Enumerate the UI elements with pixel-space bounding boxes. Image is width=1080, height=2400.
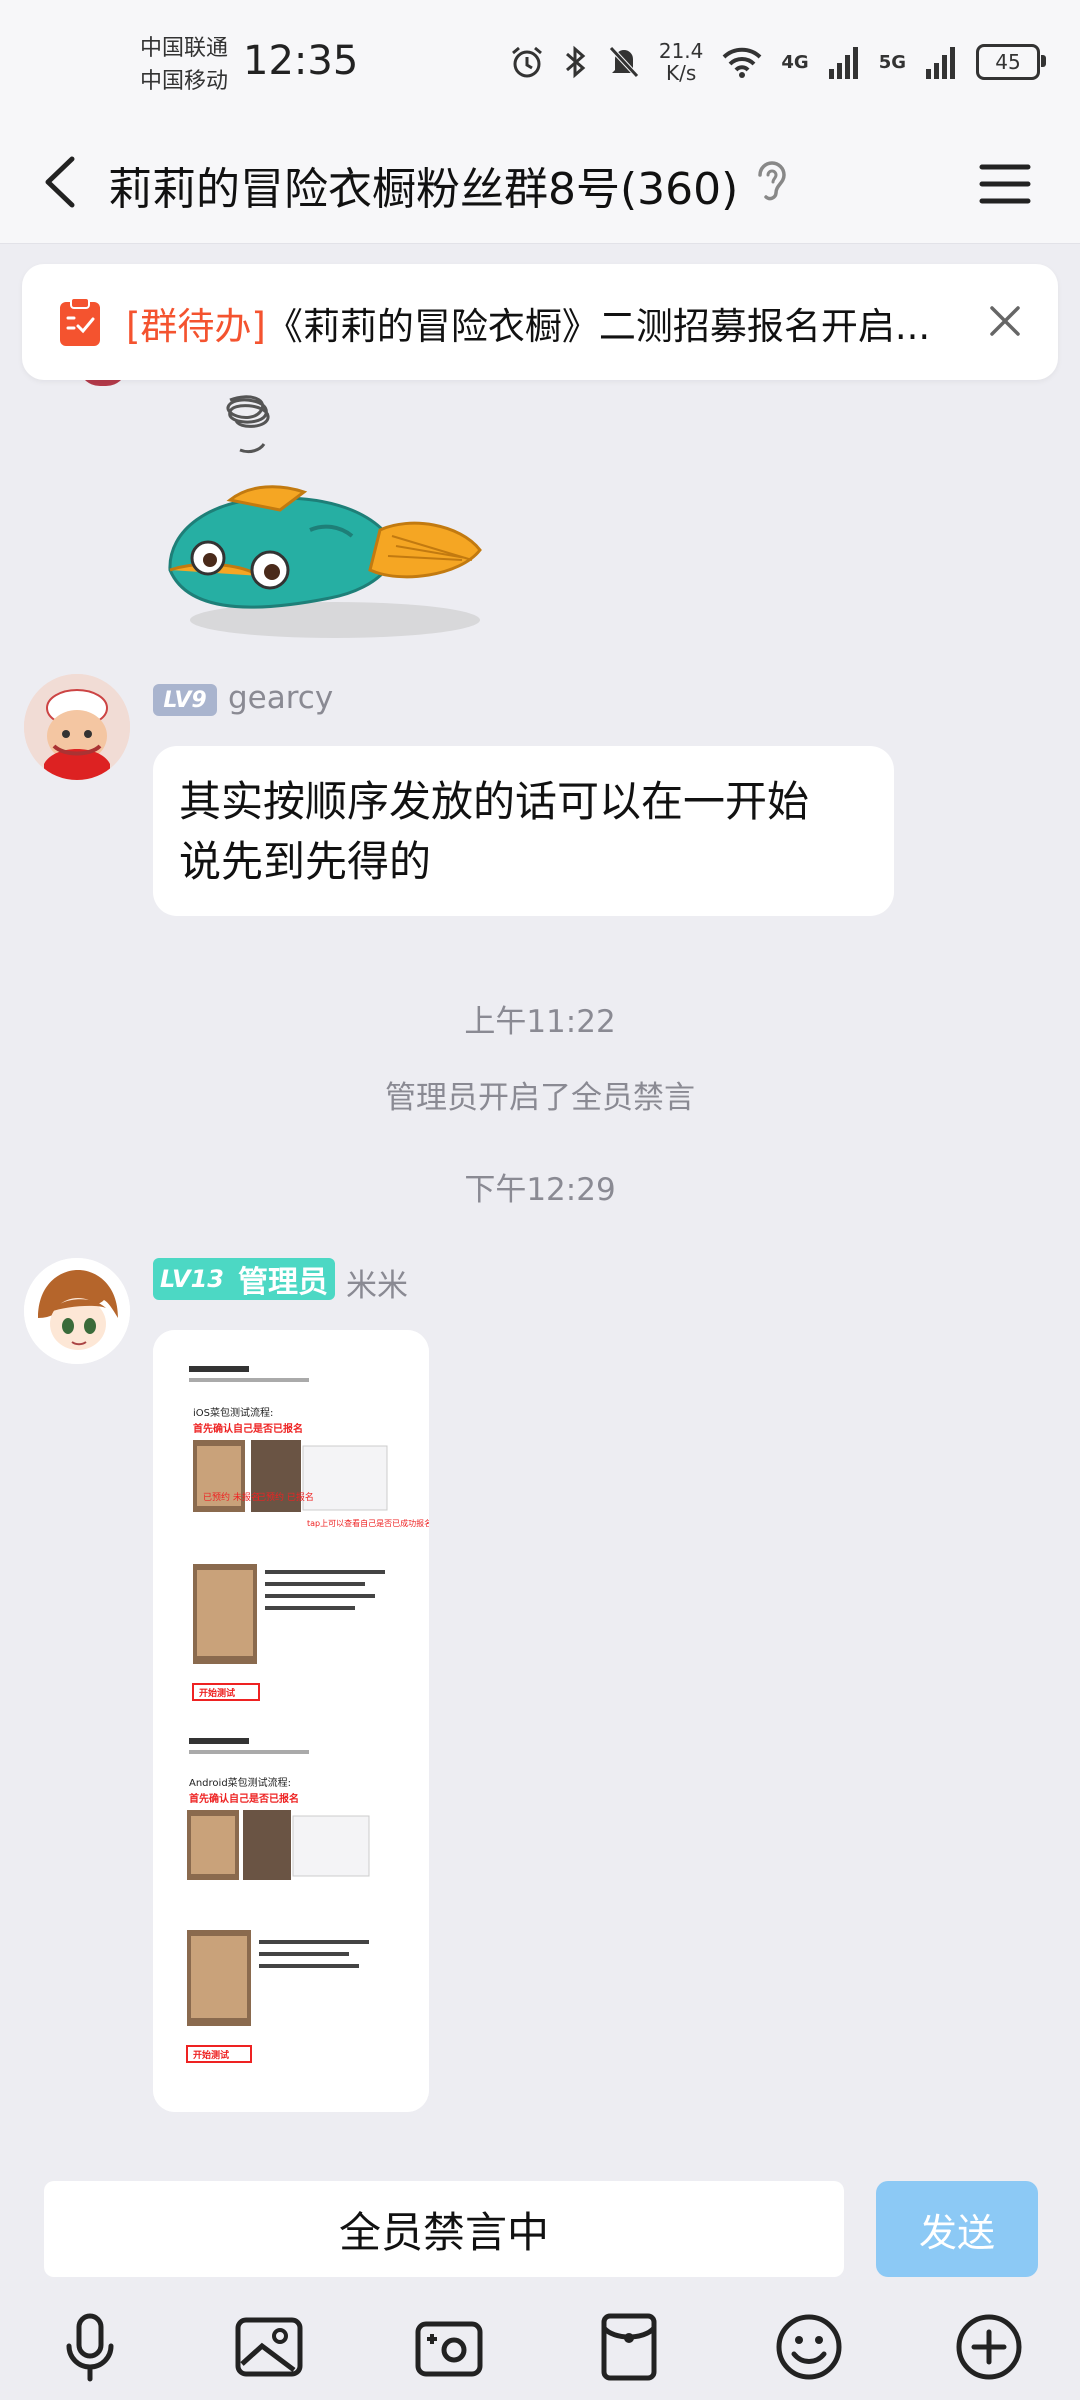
status-bar: 中国联通 中国移动 12:35 21.4 K/s 4G 5G 45 — [0, 0, 1080, 125]
poster-ios-title: iOS菜包测试流程: — [193, 1406, 273, 1419]
message-text-line-1: 其实按顺序发放的话可以在一开始 — [179, 777, 810, 826]
microphone-icon[interactable] — [53, 2310, 127, 2384]
camera-icon[interactable] — [412, 2310, 486, 2384]
chat-header: 莉莉的冒险衣橱粉丝群8号(360) — [0, 125, 1080, 244]
sender-name[interactable]: gearcy — [228, 680, 333, 716]
poster-tag-2: 已预约 已报名 — [257, 1491, 314, 1503]
timestamp: 下午12:29 — [464, 1172, 616, 1208]
level-badge: LV9 — [153, 684, 217, 716]
battery-level: 45 — [995, 50, 1021, 74]
send-button[interactable]: 发送 — [876, 2181, 1038, 2277]
network-type-2: 5G — [878, 51, 906, 73]
sender-name[interactable]: 米米 — [346, 1260, 408, 1305]
poster-tap-note: tap上可以查看自己是否已成功报名 — [307, 1518, 429, 1528]
group-todo-banner[interactable]: [群待办]《莉莉的冒险衣橱》二测招募报名开启... — [22, 264, 1058, 380]
clipboard-icon — [60, 297, 100, 346]
network-type-1: 4G — [781, 51, 809, 73]
message-list[interactable]: LV9 gearcy 其实按顺序发放的话可以在一开始 说先到先得的 上午11:2… — [0, 244, 1080, 2160]
poster-tag-1: 已预约 未报名 — [203, 1491, 260, 1503]
poster-android-subtitle: 首先确认自己是否已报名 — [189, 1792, 299, 1805]
banner-text[interactable]: [群待办]《莉莉的冒险衣橱》二测招募报名开启... — [126, 296, 966, 350]
back-button[interactable] — [28, 147, 98, 217]
level-text: LV13 — [160, 1265, 224, 1293]
image-icon[interactable] — [232, 2310, 306, 2384]
group-title[interactable]: 莉莉的冒险衣橱粉丝群8号(360) — [108, 153, 738, 217]
plus-icon[interactable] — [952, 2310, 1026, 2384]
sticker-image[interactable] — [160, 380, 500, 670]
speed-unit: K/s — [665, 61, 697, 85]
poster-ios-subtitle: 首先确认自己是否已报名 — [193, 1422, 303, 1435]
battery-icon: 45 — [976, 44, 1046, 80]
carrier-1: 中国联通 — [140, 36, 229, 61]
status-icons: 21.4 K/s 4G 5G 45 — [509, 40, 1046, 84]
avatar-image — [24, 1258, 130, 1364]
poster-image: iOS菜包测试流程: 首先确认自己是否已报名 已预约 未报名 已预约 已报名 t… — [153, 1330, 429, 2112]
carrier-2: 中国移动 — [140, 69, 229, 94]
bluetooth-icon — [565, 45, 586, 79]
poster-ios-start-button: 开始测试 — [199, 1687, 235, 1699]
level-text: LV9 — [163, 687, 207, 713]
status-time: 12:35 — [243, 38, 359, 84]
alarm-icon — [511, 46, 542, 78]
input-bar: 全员禁言中 发送 — [0, 2160, 1080, 2400]
signal-icon-1 — [828, 47, 858, 79]
menu-button[interactable] — [974, 153, 1036, 215]
carrier-info: 中国联通 中国移动 — [140, 32, 228, 98]
ear-icon[interactable] — [752, 155, 792, 207]
mute-bell-icon — [609, 46, 639, 78]
speed-value: 21.4 — [658, 39, 704, 63]
close-icon[interactable] — [982, 298, 1028, 344]
poster-android-start-button: 开始测试 — [193, 2049, 229, 2061]
net-speed: 21.4 K/s — [659, 40, 704, 84]
banner-content: 《莉莉的冒险衣橱》二测招募报名开启... — [265, 305, 931, 348]
avatar-image — [24, 674, 130, 780]
input-toolbar — [0, 2310, 1080, 2400]
timestamp: 上午11:22 — [464, 1004, 616, 1040]
red-packet-icon[interactable] — [592, 2310, 666, 2384]
emoji-icon[interactable] — [772, 2310, 846, 2384]
poster-android-title: Android菜包测试流程: — [189, 1776, 291, 1789]
avatar-mimi[interactable] — [24, 1258, 130, 1364]
muted-input-field[interactable]: 全员禁言中 — [44, 2181, 844, 2277]
image-message[interactable]: iOS菜包测试流程: 首先确认自己是否已报名 已预约 未报名 已预约 已报名 t… — [153, 1330, 429, 2112]
system-notice: 管理员开启了全员禁言 — [385, 1080, 695, 1116]
message-text-line-2: 说先到先得的 — [179, 837, 432, 886]
admin-role-label: 管理员 — [237, 1265, 328, 1300]
wifi-icon — [722, 47, 762, 78]
avatar-gearcy[interactable] — [24, 674, 130, 780]
signal-icon-2 — [926, 47, 955, 79]
level-badge: LV13 管理员 — [153, 1258, 335, 1300]
message-bubble[interactable]: 其实按顺序发放的话可以在一开始 说先到先得的 — [153, 746, 894, 916]
banner-tag: [群待办] — [126, 305, 266, 348]
